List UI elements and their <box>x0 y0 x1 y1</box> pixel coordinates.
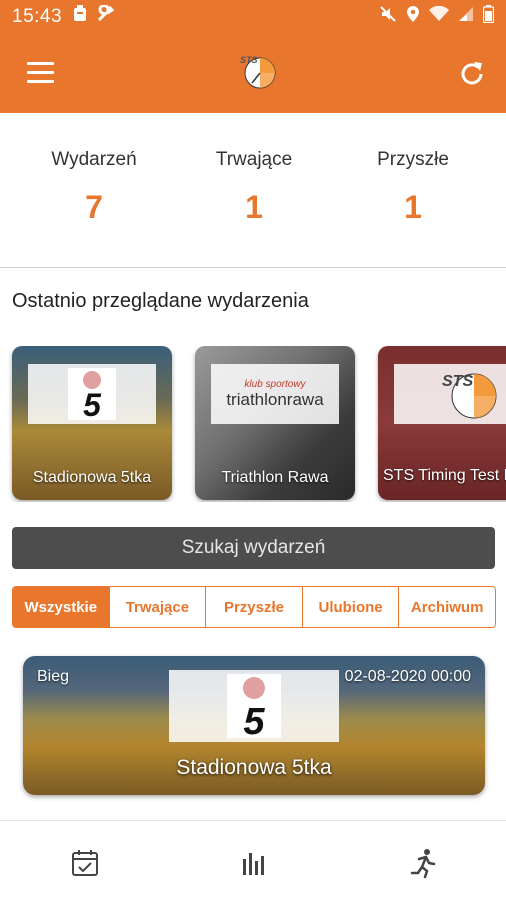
recent-events-carousel[interactable]: 5 Stadionowa 5tka klub sportowy triathlo… <box>0 346 506 502</box>
stats-bars-icon[interactable] <box>238 847 270 879</box>
wifi-icon <box>429 5 449 28</box>
hamburger-menu-icon[interactable] <box>27 62 54 84</box>
stat-upcoming: Przyszłe 1 <box>333 149 493 226</box>
wrench-icon <box>96 4 115 29</box>
filter-tabs: Wszystkie Trwające Przyszłe Ulubione Arc… <box>12 586 496 628</box>
search-events-button[interactable]: Szukaj wydarzeń <box>12 527 495 569</box>
battery-icon <box>482 5 495 29</box>
logo-text: triathlonrawa <box>226 389 324 409</box>
event-logo: STS <box>394 364 506 424</box>
logo-text: STS <box>240 55 258 65</box>
app-logo: STS <box>238 52 278 92</box>
stat-value: 1 <box>404 189 422 225</box>
stat-ongoing: Trwające 1 <box>174 149 334 226</box>
event-logo: 5 <box>28 364 156 424</box>
notification-icon <box>72 5 88 29</box>
runner-icon[interactable] <box>407 847 439 879</box>
recent-card[interactable]: STS STS Timing Test Run <box>378 346 506 500</box>
stat-label: Trwające <box>215 149 293 170</box>
event-title: Stadionowa 5tka <box>176 756 332 779</box>
status-bar: 15:43 <box>0 0 506 34</box>
event-card[interactable]: Bieg 02-08-2020 00:00 5 Stadionowa 5tka <box>23 656 485 795</box>
card-title: Stadionowa 5tka <box>32 469 152 486</box>
tab-upcoming[interactable]: Przyszłe <box>206 587 303 627</box>
stat-events: Wydarzeń 7 <box>14 149 174 226</box>
logo-subtext: klub sportowy <box>244 378 306 390</box>
stats-panel: Wydarzeń 7 Trwające 1 Przyszłe 1 <box>0 113 506 268</box>
calendar-check-icon[interactable] <box>69 847 101 879</box>
card-title: Triathlon Rawa <box>221 469 329 486</box>
mute-icon <box>379 5 397 29</box>
logo-text: STS <box>442 373 473 390</box>
stat-value: 1 <box>245 189 263 225</box>
tab-archive[interactable]: Archiwum <box>399 587 495 627</box>
bottom-navigation <box>0 820 506 900</box>
app-bar: STS <box>0 34 506 113</box>
recent-card[interactable]: 5 Stadionowa 5tka <box>12 346 172 500</box>
event-logo: klub sportowy triathlonrawa <box>211 364 339 424</box>
recent-section-title: Ostatnio przeglądane wydarzenia <box>12 290 309 312</box>
tab-all[interactable]: Wszystkie <box>13 587 110 627</box>
location-icon <box>406 5 420 29</box>
stat-label: Przyszłe <box>377 149 449 170</box>
signal-icon <box>458 6 474 28</box>
event-type: Bieg <box>37 668 70 685</box>
event-date: 02-08-2020 00:00 <box>344 668 471 685</box>
logo-text: 5 <box>243 701 265 740</box>
event-logo: 5 <box>169 670 339 742</box>
status-time: 15:43 <box>12 6 63 27</box>
card-title: STS Timing Test Run <box>383 467 506 484</box>
recent-card[interactable]: klub sportowy triathlonrawa Triathlon Ra… <box>195 346 355 500</box>
stat-label: Wydarzeń <box>51 149 137 170</box>
refresh-icon[interactable] <box>456 58 488 90</box>
logo-text: 5 <box>83 387 102 422</box>
stat-value: 7 <box>85 189 103 225</box>
tab-ongoing[interactable]: Trwające <box>109 587 207 627</box>
tab-favorites[interactable]: Ulubione <box>302 587 400 627</box>
